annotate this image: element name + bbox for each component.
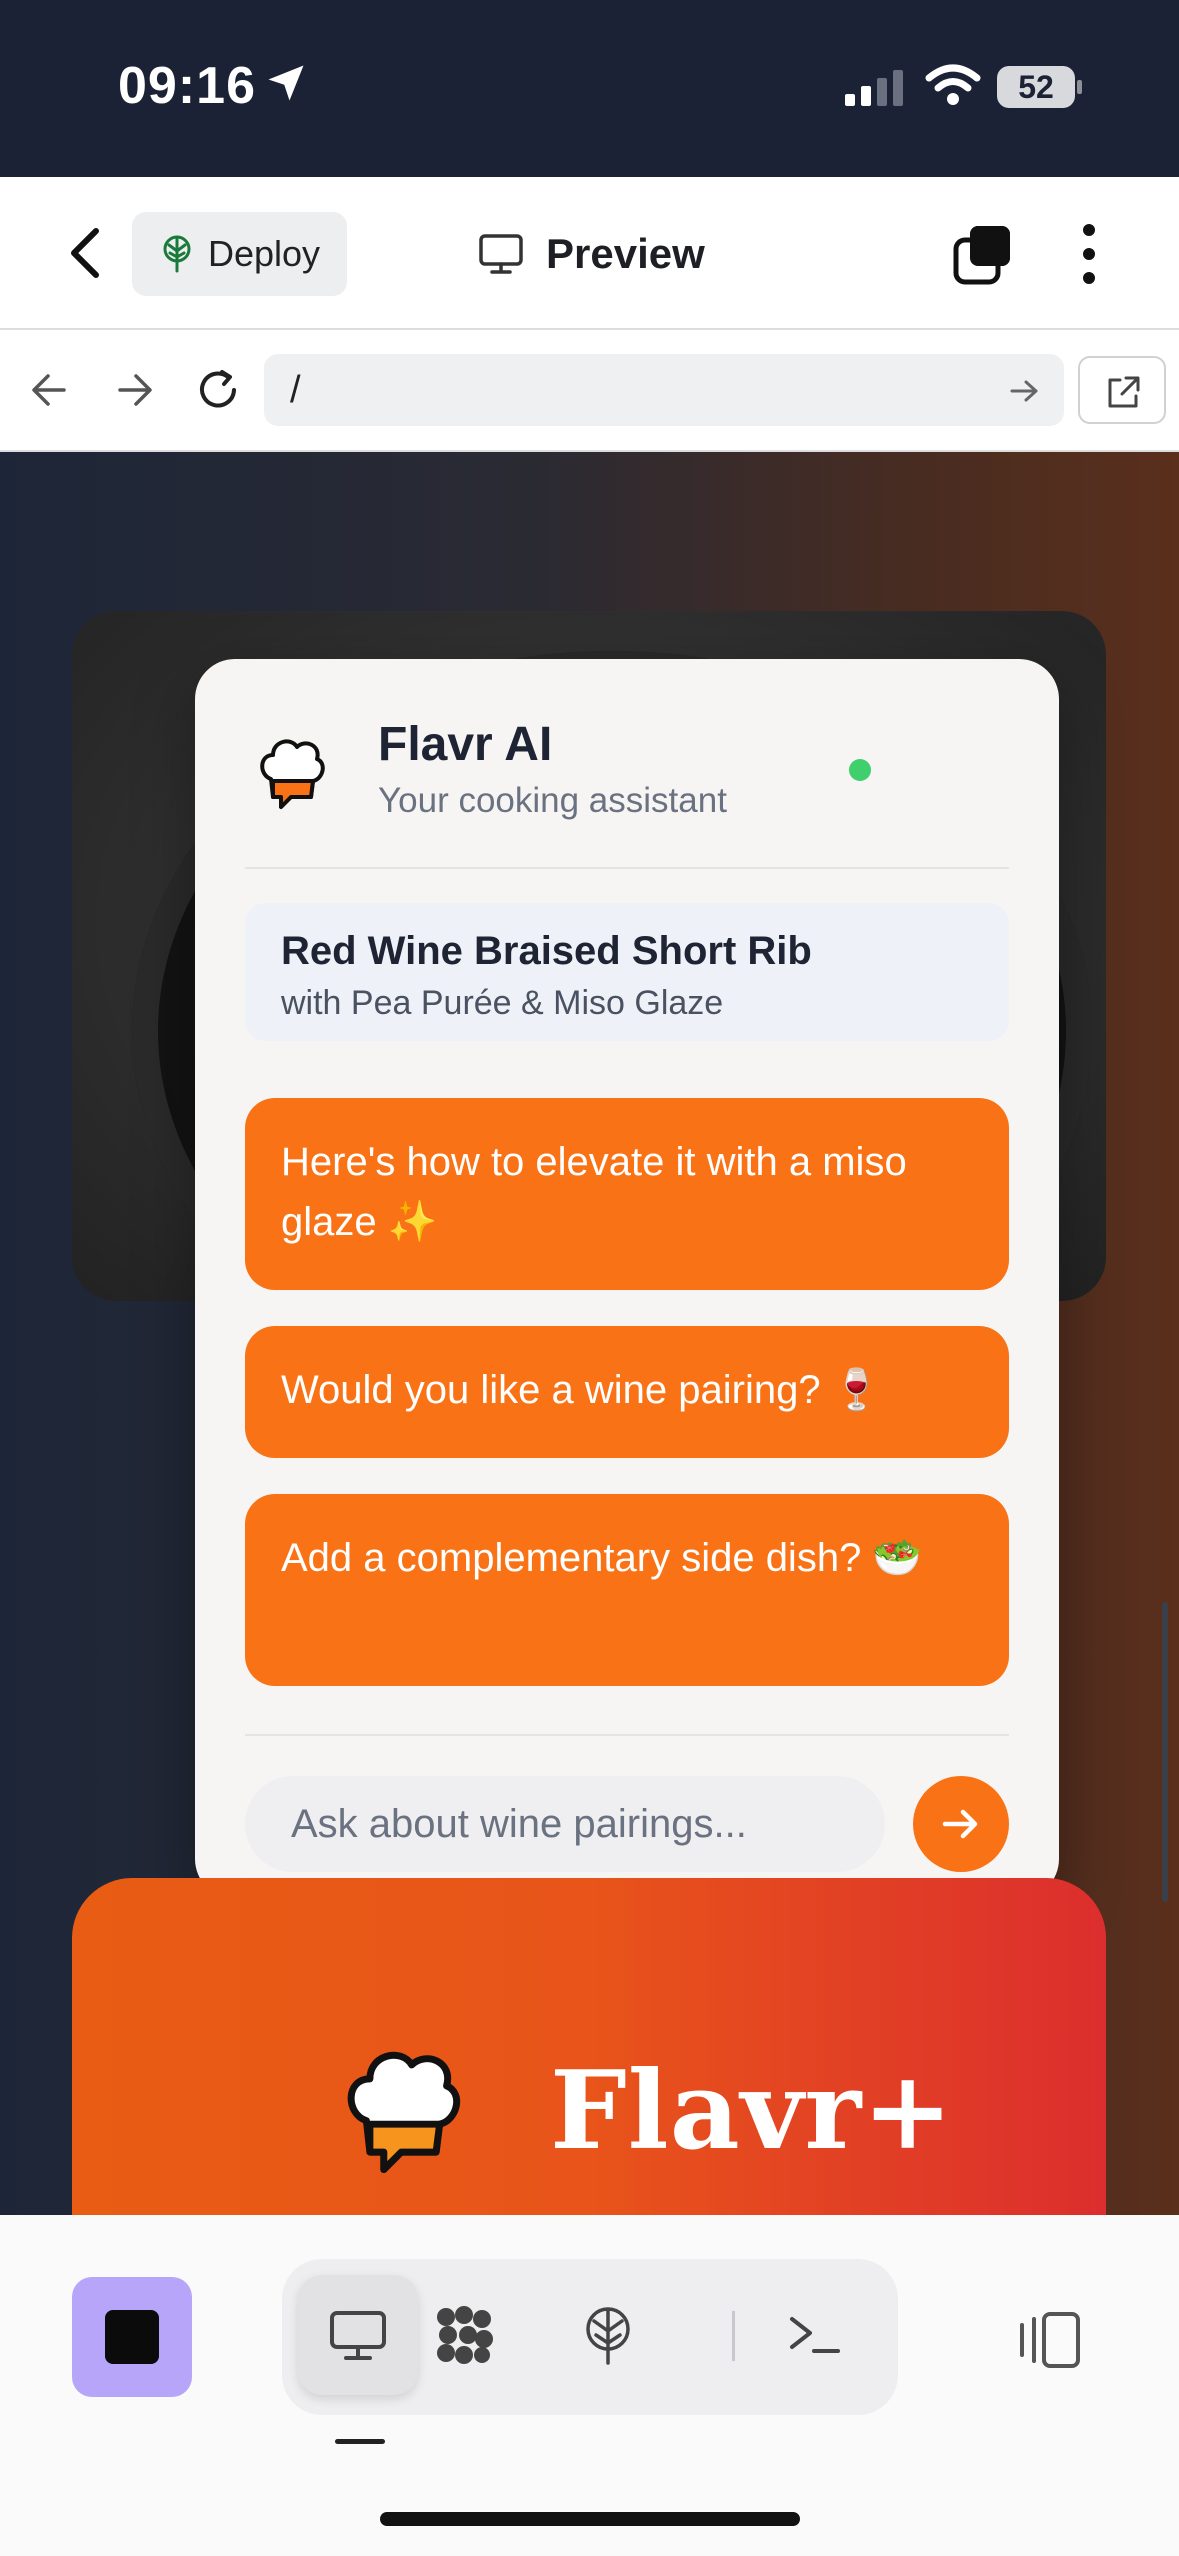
- status-time: 09:16: [118, 57, 256, 115]
- code-icon: [437, 2306, 493, 2364]
- chat-title: Flavr AI: [378, 718, 553, 771]
- external-link-icon: [1108, 376, 1140, 408]
- home-indicator: [380, 2512, 800, 2526]
- tab-terminal[interactable]: [754, 2275, 874, 2395]
- deploy-tree-icon: [586, 2307, 630, 2365]
- scrollbar[interactable]: [1162, 1602, 1168, 1902]
- chat-subtitle: Your cooking assistant: [378, 781, 727, 820]
- monitor-icon: [330, 2311, 386, 2360]
- status-bar: 09:16 52: [0, 0, 1179, 177]
- chef-hat-icon: [347, 2051, 461, 2174]
- signal-icon: [845, 70, 903, 106]
- bottom-toolbar: [0, 2215, 1179, 2556]
- monitor-icon: [479, 234, 523, 274]
- message-bubble[interactable]: Would you like a wine pairing? 🍷: [245, 1326, 1009, 1458]
- preview-webview: Flavr AI Your cooking assistant Red Wine…: [0, 452, 1179, 2215]
- message-bubble[interactable]: Add a complementary side dish? 🥗: [245, 1494, 1009, 1686]
- stop-icon: [105, 2310, 159, 2364]
- location-arrow-icon: [268, 65, 304, 101]
- stop-button[interactable]: [72, 2277, 192, 2397]
- arrow-left-icon[interactable]: [24, 364, 76, 416]
- deploy-tree-icon: [163, 235, 191, 273]
- open-external-button[interactable]: [1078, 356, 1166, 424]
- panel-icon[interactable]: [1010, 2311, 1082, 2369]
- send-button[interactable]: [913, 1776, 1009, 1872]
- tab-preview[interactable]: [298, 2275, 418, 2395]
- recipe-title: Red Wine Braised Short Rib: [281, 929, 812, 973]
- brand-wordmark: Flavr+: [550, 2048, 954, 2174]
- reload-icon[interactable]: [192, 364, 244, 416]
- recipe-card[interactable]: Red Wine Braised Short Rib with Pea Puré…: [245, 903, 1009, 1041]
- app-bar: Deploy Preview: [0, 177, 1179, 330]
- deploy-label: Deploy: [208, 233, 321, 274]
- deploy-button[interactable]: Deploy: [132, 212, 347, 296]
- chat-header: Flavr AI Your cooking assistant: [245, 659, 1009, 869]
- terminal-icon: [790, 2317, 840, 2353]
- url-field[interactable]: /: [264, 354, 1064, 426]
- preview-label: Preview: [546, 230, 705, 277]
- send-arrow-icon: [942, 1809, 978, 1839]
- chat-card: Flavr AI Your cooking assistant Red Wine…: [195, 659, 1059, 1899]
- battery-indicator: 52: [997, 66, 1075, 108]
- view-switcher: [282, 2259, 898, 2415]
- more-vertical-icon[interactable]: [1072, 222, 1106, 286]
- tabs-icon[interactable]: [950, 222, 1014, 286]
- active-tab-indicator: [335, 2439, 385, 2444]
- back-chevron-icon[interactable]: [62, 225, 106, 281]
- url-bar: /: [0, 330, 1179, 452]
- divider: [732, 2311, 735, 2361]
- go-arrow-icon[interactable]: [1006, 376, 1044, 406]
- arrow-right-icon[interactable]: [108, 364, 160, 416]
- online-status-dot: [849, 759, 871, 781]
- tab-deploy[interactable]: [548, 2275, 668, 2395]
- recipe-subtitle: with Pea Purée & Miso Glaze: [281, 984, 724, 1022]
- preview-title: Preview: [478, 222, 705, 286]
- tab-code[interactable]: [404, 2275, 524, 2395]
- battery-cap: [1077, 80, 1082, 94]
- chef-hat-icon: [260, 739, 325, 809]
- message-bubble[interactable]: Here's how to elevate it with a miso gla…: [245, 1098, 1009, 1290]
- chat-footer-divider: [245, 1734, 1009, 1736]
- wifi-icon: [925, 64, 981, 105]
- ask-input[interactable]: [245, 1776, 885, 1872]
- brand-banner: Flavr+: [72, 1878, 1106, 2215]
